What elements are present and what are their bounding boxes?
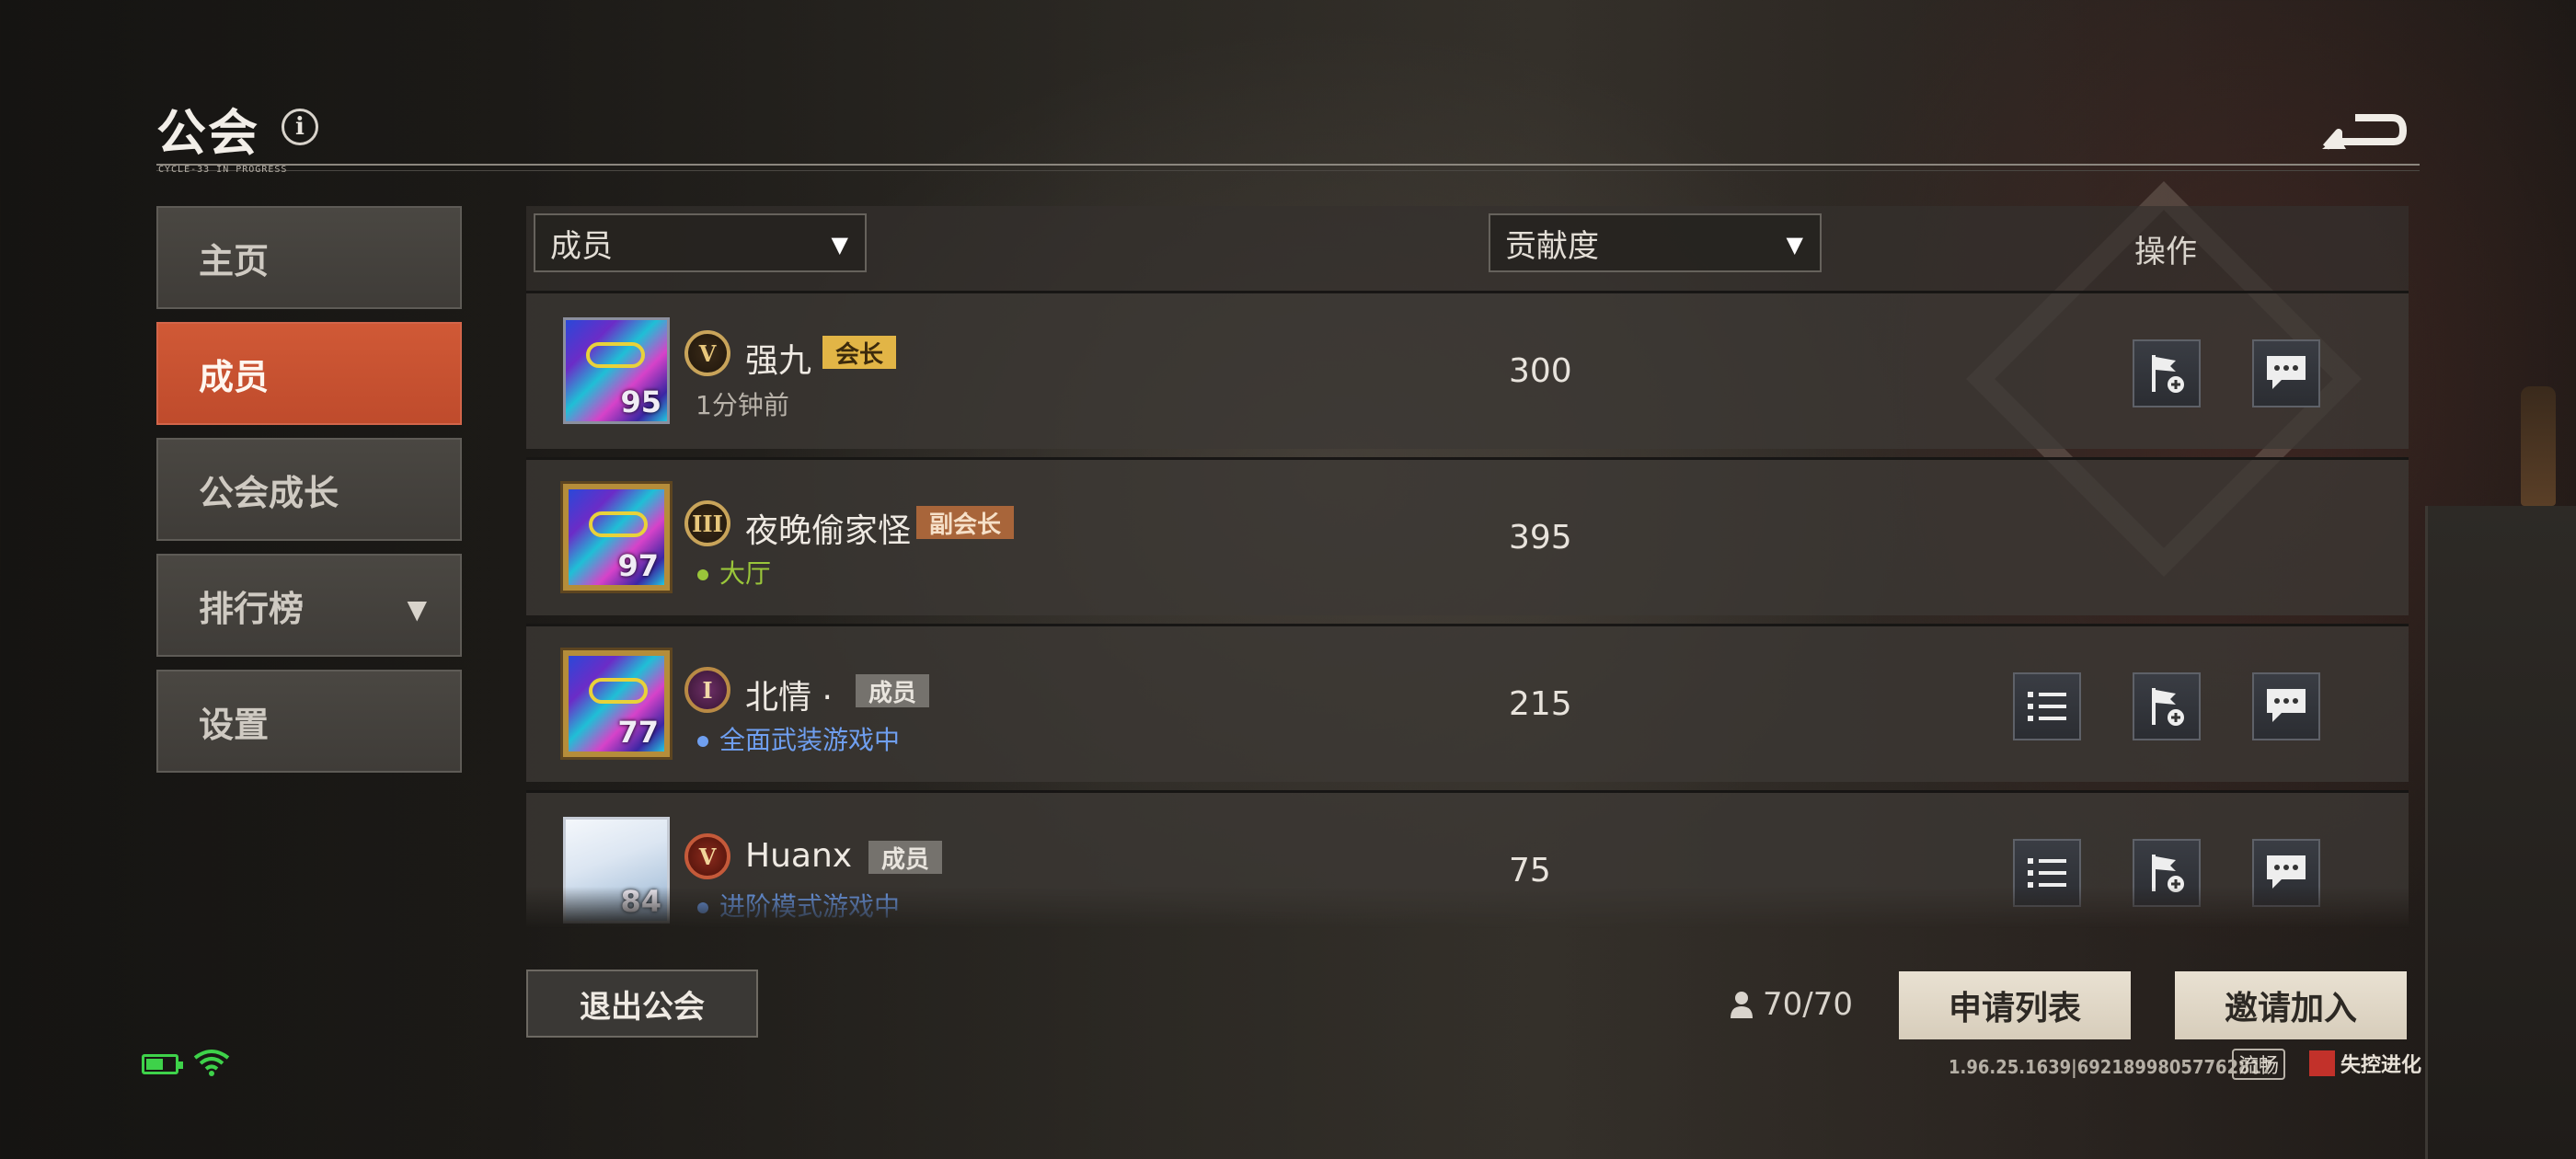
player-status-text: 大厅: [719, 558, 772, 589]
apply-list-button[interactable]: 申请列表: [1899, 971, 2131, 1039]
table-row[interactable]: 95 V 强九 会长 1分钟前 300: [526, 291, 2409, 449]
player-status: 进阶模式游戏中: [697, 887, 900, 924]
avatar-glasses-decoration: [589, 678, 648, 704]
rank-badge-icon: V: [684, 833, 730, 879]
dropdown-arrow-icon: ▼: [831, 232, 848, 258]
sidebar-item-label: 主页: [199, 240, 270, 281]
page-title: 公会: [156, 104, 259, 162]
flag-add-button[interactable]: [2133, 339, 2201, 407]
role-badge-member: 成员: [868, 841, 943, 874]
avatar[interactable]: 97: [563, 484, 670, 591]
player-status-text: 进阶模式游戏中: [719, 891, 901, 922]
chat-button[interactable]: [2252, 839, 2320, 907]
invite-button[interactable]: 邀请加入: [2175, 971, 2407, 1039]
flag-add-icon: [2152, 688, 2184, 726]
dropdown-arrow-icon: ▼: [1786, 232, 1803, 258]
role-badge-leader: 会长: [822, 336, 897, 369]
info-icon[interactable]: i: [282, 109, 318, 145]
sidebar-item-label: 设置: [199, 704, 270, 745]
member-count-value: 70/70: [1763, 986, 1853, 1023]
battery-icon: [142, 1054, 183, 1074]
sidebar-item-settings[interactable]: 设置: [156, 670, 462, 773]
player-name: 夜晚偷家怪: [745, 512, 912, 550]
logo-mark-icon: [2309, 1050, 2335, 1076]
role-badge-vice-leader: 副会长: [916, 506, 1015, 539]
player-level: 95: [620, 384, 661, 419]
flag-add-icon: [2152, 355, 2184, 393]
player-name: 北情 ·: [745, 679, 833, 717]
in-game-status-dot: [697, 736, 708, 747]
sidebar-item-home[interactable]: 主页: [156, 206, 462, 309]
list-icon: [2028, 692, 2066, 721]
rank-badge-icon: V: [684, 330, 730, 376]
contribution-sort-dropdown[interactable]: 贡献度 ▼: [1489, 213, 1822, 272]
online-status-dot: [697, 569, 708, 580]
table-row[interactable]: 97 III 夜晚偷家怪 副会长 大厅 395: [526, 457, 2409, 615]
player-status: 大厅: [697, 554, 771, 591]
battery-fill: [146, 1059, 163, 1070]
avatar-glasses-decoration: [586, 342, 645, 368]
contribution-value: 215: [1509, 685, 1572, 723]
chat-icon: [2267, 689, 2306, 722]
dropdown-caret-icon: ▼: [407, 594, 427, 625]
performance-badge: 流畅: [2232, 1049, 2285, 1080]
contribution-sort-label: 贡献度: [1505, 227, 1599, 265]
member-filter-label: 成员: [550, 227, 613, 265]
role-badge-member: 成员: [856, 674, 930, 707]
sidebar-item-members[interactable]: 成员: [156, 322, 462, 425]
person-icon: [1731, 992, 1753, 1018]
flag-add-icon: [2152, 855, 2184, 892]
table-row[interactable]: 84 V Huanx 成员 进阶模式游戏中 75: [526, 790, 2409, 928]
logo-text: 失控进化: [2340, 1054, 2422, 1077]
background-cabinet: [2425, 506, 2576, 1159]
player-name: 强九: [745, 342, 812, 380]
flag-add-button[interactable]: [2133, 839, 2201, 907]
flag-add-button[interactable]: [2133, 672, 2201, 740]
avatar-glasses-decoration: [589, 511, 648, 537]
header-divider-thin: [156, 170, 2420, 171]
details-list-button[interactable]: [2013, 839, 2081, 907]
player-name: Huanx: [745, 837, 853, 875]
sidebar-item-leaderboard[interactable]: 排行榜 ▼: [156, 554, 462, 657]
player-level: 97: [617, 548, 659, 583]
wifi-icon: [193, 1049, 230, 1080]
sidebar-item-label: 公会成长: [199, 472, 339, 513]
member-filter-dropdown[interactable]: 成员 ▼: [534, 213, 867, 272]
player-status: 全面武装游戏中: [697, 720, 900, 757]
rank-badge-icon: III: [684, 500, 730, 546]
sidebar-item-guild-growth[interactable]: 公会成长: [156, 438, 462, 541]
contribution-value: 395: [1509, 519, 1572, 557]
chat-button[interactable]: [2252, 339, 2320, 407]
player-status-text: 全面武装游戏中: [719, 725, 901, 755]
rank-badge-icon: I: [684, 667, 730, 713]
member-count: 70/70: [1730, 986, 1853, 1023]
header-divider: [156, 164, 2420, 166]
player-status: 1分钟前: [696, 390, 789, 420]
back-button[interactable]: [2318, 101, 2410, 156]
back-arrow-icon: [2322, 114, 2407, 150]
contribution-value: 75: [1509, 852, 1551, 889]
sidebar-item-label: 成员: [199, 356, 270, 397]
battery-nub: [178, 1061, 183, 1069]
player-level: 77: [617, 715, 659, 750]
details-list-button[interactable]: [2013, 672, 2081, 740]
header-tagline: CYCLE-33 IN PROGRESS: [158, 165, 288, 175]
chat-icon: [2267, 855, 2306, 889]
table-row[interactable]: 77 I 北情 · 成员 全面武装游戏中 215: [526, 624, 2409, 782]
player-level: 84: [620, 884, 661, 919]
game-logo: 失控进化: [2309, 1049, 2421, 1078]
in-game-status-dot: [697, 902, 708, 913]
chat-button[interactable]: [2252, 672, 2320, 740]
operations-header: 操作: [2134, 234, 2197, 270]
contribution-value: 300: [1509, 352, 1572, 390]
avatar[interactable]: 84: [563, 817, 670, 924]
list-icon: [2028, 858, 2066, 888]
sidebar-item-label: 排行榜: [199, 588, 305, 629]
avatar[interactable]: 95: [563, 317, 670, 424]
quit-guild-button[interactable]: 退出公会: [526, 970, 758, 1038]
background-bottle: [2521, 386, 2556, 506]
version-text: 1.96.25.1639|69218998057762817: [1949, 1056, 2273, 1078]
avatar[interactable]: 77: [563, 650, 670, 757]
chat-icon: [2267, 356, 2306, 389]
